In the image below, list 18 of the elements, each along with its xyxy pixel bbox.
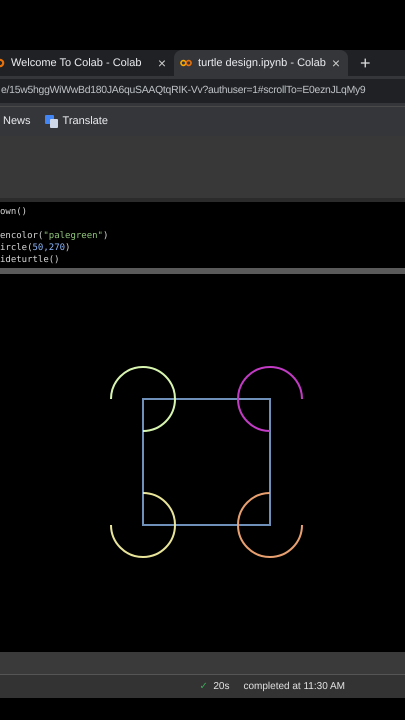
address-bar[interactable]: e/15w5hggWiWwBd180JA6quSAAQtqRIK-Vv?authuser=1#scrollTo=E0eznJLqMy9 bbox=[0, 79, 405, 103]
check-icon: ✓ bbox=[199, 679, 208, 694]
close-icon[interactable]: × bbox=[332, 56, 340, 70]
bookmark-link[interactable]: News bbox=[3, 113, 31, 130]
browser-tab[interactable]: Welcome To Colab - Colab × bbox=[0, 50, 174, 76]
colab-logo-icon bbox=[180, 58, 192, 68]
new-tab-button[interactable]: + bbox=[352, 50, 379, 76]
browser-tab[interactable]: turtle design.ipynb - Colab × bbox=[174, 50, 348, 76]
translate-icon bbox=[44, 115, 58, 128]
bookmark-link[interactable]: Translate bbox=[44, 113, 108, 130]
execution-time: 20s bbox=[213, 680, 230, 694]
close-icon[interactable]: × bbox=[158, 56, 166, 70]
code-line: ideturtle() bbox=[0, 254, 61, 266]
colab-logo-icon bbox=[0, 58, 5, 68]
status-message: completed at 11:30 AM bbox=[243, 680, 345, 694]
code-line: ircle(50,270) bbox=[0, 242, 72, 254]
code-line: encolor("palegreen") bbox=[0, 230, 110, 242]
code-line: own() bbox=[0, 206, 28, 218]
